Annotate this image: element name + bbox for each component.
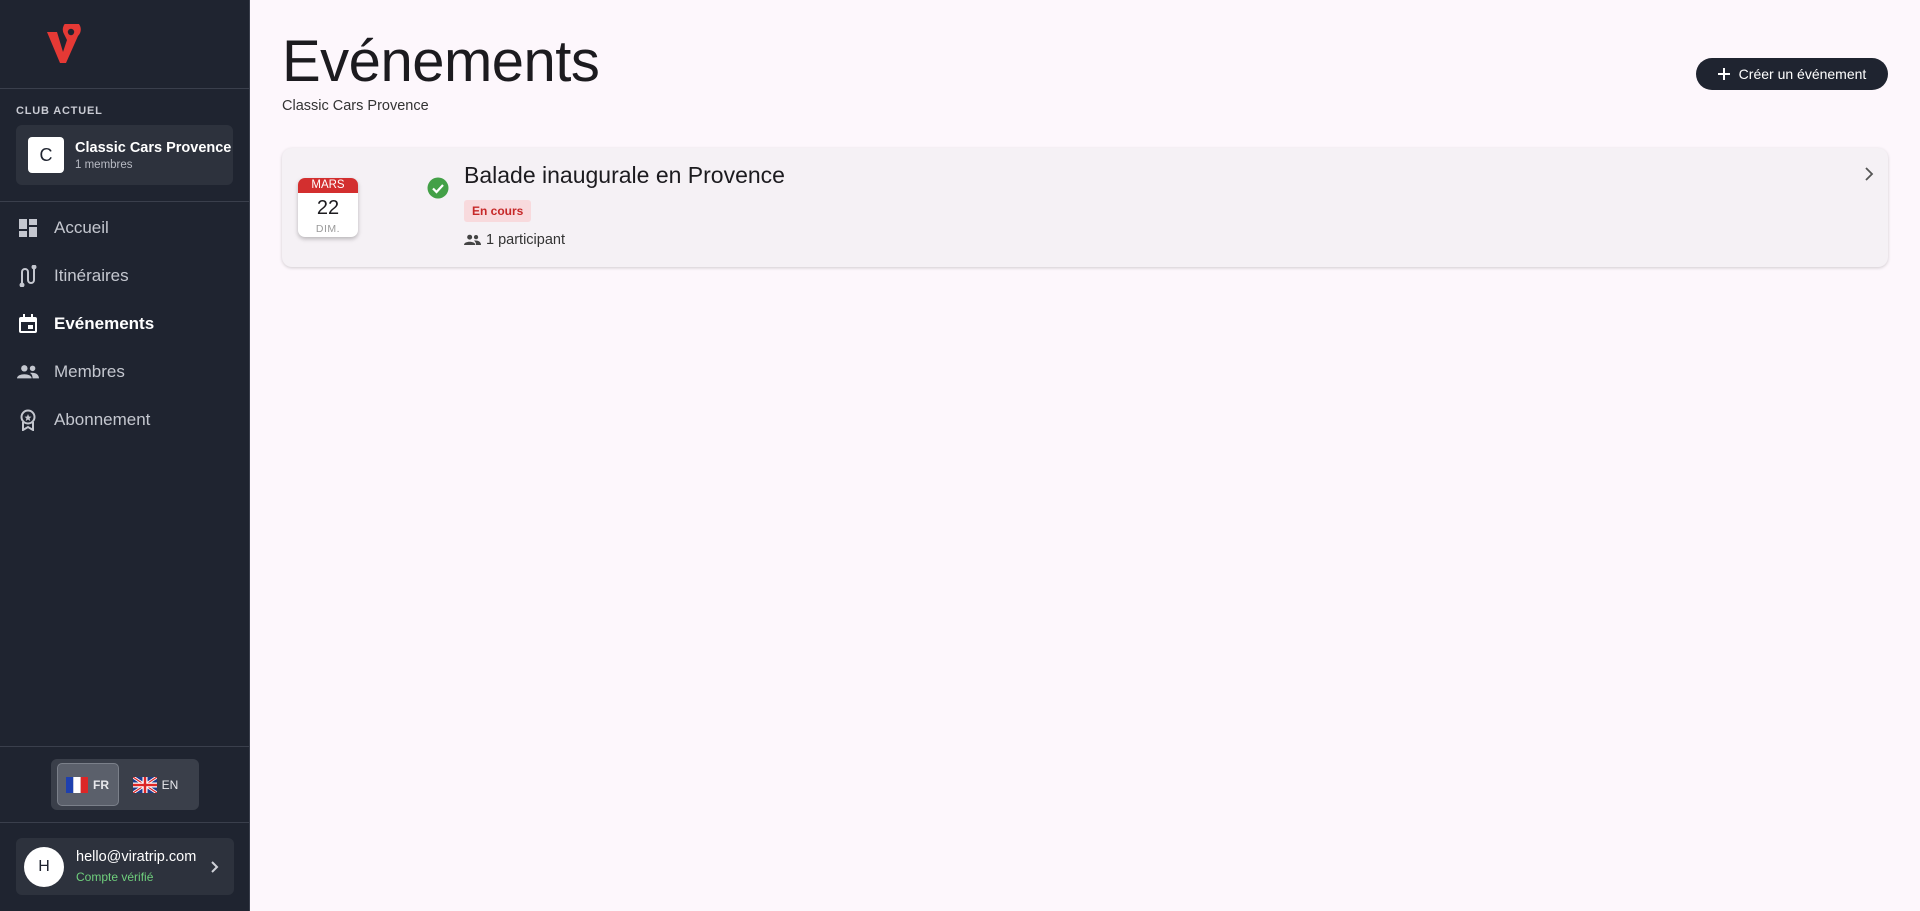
user-email: hello@viratrip.com — [76, 849, 197, 865]
event-participants: 1 participant — [464, 232, 565, 248]
sidebar-item-label: Evénements — [54, 314, 155, 333]
sidebar-item-label: Membres — [54, 362, 125, 381]
check-circle-icon — [427, 177, 449, 204]
sidebar-item-accueil[interactable]: Accueil — [0, 204, 249, 252]
sidebar-item-abonnement[interactable]: Abonnement — [0, 396, 249, 444]
people-icon — [17, 361, 39, 383]
sidebar-item-label: Abonnement — [54, 410, 151, 429]
current-club-card[interactable]: C Classic Cars Provence 1 membres — [16, 125, 233, 185]
event-day: 22 — [316, 197, 340, 219]
people-icon — [464, 234, 481, 245]
event-date-badge: MARS 22 DIM. — [298, 178, 358, 237]
club-caption: CLUB ACTUEL — [16, 105, 103, 117]
account-status: Compte vérifié — [76, 870, 154, 884]
sidebar-item-membres[interactable]: Membres — [0, 348, 249, 396]
page-title: Evénements — [282, 29, 600, 94]
badge-icon — [17, 409, 39, 431]
event-weekday: DIM. — [315, 223, 341, 235]
sidebar-item-evenements[interactable]: Evénements — [0, 300, 249, 348]
club-name: Classic Cars Provence — [75, 139, 232, 156]
current-club-section: CLUB ACTUEL C Classic Cars Provence 1 me… — [0, 89, 249, 202]
user-account-card[interactable]: H hello@viratrip.com Compte vérifié — [16, 838, 234, 895]
language-switch: FR EN — [50, 759, 199, 810]
plus-icon — [1717, 68, 1730, 80]
club-avatar: C — [28, 137, 64, 173]
language-en-button[interactable]: EN — [125, 763, 187, 806]
status-badge: En cours — [464, 200, 532, 222]
sidebar-item-label: Itinéraires — [54, 266, 129, 285]
language-fr-button[interactable]: FR — [56, 763, 119, 806]
event-card[interactable]: MARS 22 DIM. Balade inaugurale en Proven… — [282, 148, 1888, 267]
chevron-right-icon — [1864, 166, 1874, 187]
page-subtitle: Classic Cars Provence — [282, 98, 429, 114]
chevron-right-icon — [202, 860, 226, 874]
participants-count: 1 participant — [486, 232, 565, 248]
sidebar-item-label: Accueil — [54, 218, 109, 237]
logo-area — [0, 0, 249, 89]
language-code: EN — [161, 777, 179, 792]
create-event-button[interactable]: Créer un événement — [1696, 58, 1888, 90]
main-content: Evénements Classic Cars Provence Créer u… — [250, 0, 1920, 911]
route-icon — [17, 265, 39, 287]
uk-flag-icon — [132, 776, 157, 793]
sidebar-nav: Accueil Itinéraires Evénements Membres A… — [0, 202, 249, 444]
club-members-count: 1 membres — [75, 158, 133, 171]
calendar-icon — [17, 313, 39, 335]
event-title: Balade inaugurale en Provence — [464, 162, 785, 188]
sidebar-item-itineraires[interactable]: Itinéraires — [0, 252, 249, 300]
event-month: MARS — [298, 178, 358, 193]
create-event-label: Créer un événement — [1738, 66, 1867, 82]
france-flag-icon — [66, 776, 88, 793]
avatar: H — [24, 846, 64, 887]
sidebar: CLUB ACTUEL C Classic Cars Provence 1 me… — [0, 0, 250, 911]
viratrip-logo-icon[interactable] — [44, 24, 82, 64]
language-code: FR — [93, 777, 109, 792]
language-section: FR EN — [0, 746, 249, 823]
dashboard-icon — [17, 217, 39, 239]
